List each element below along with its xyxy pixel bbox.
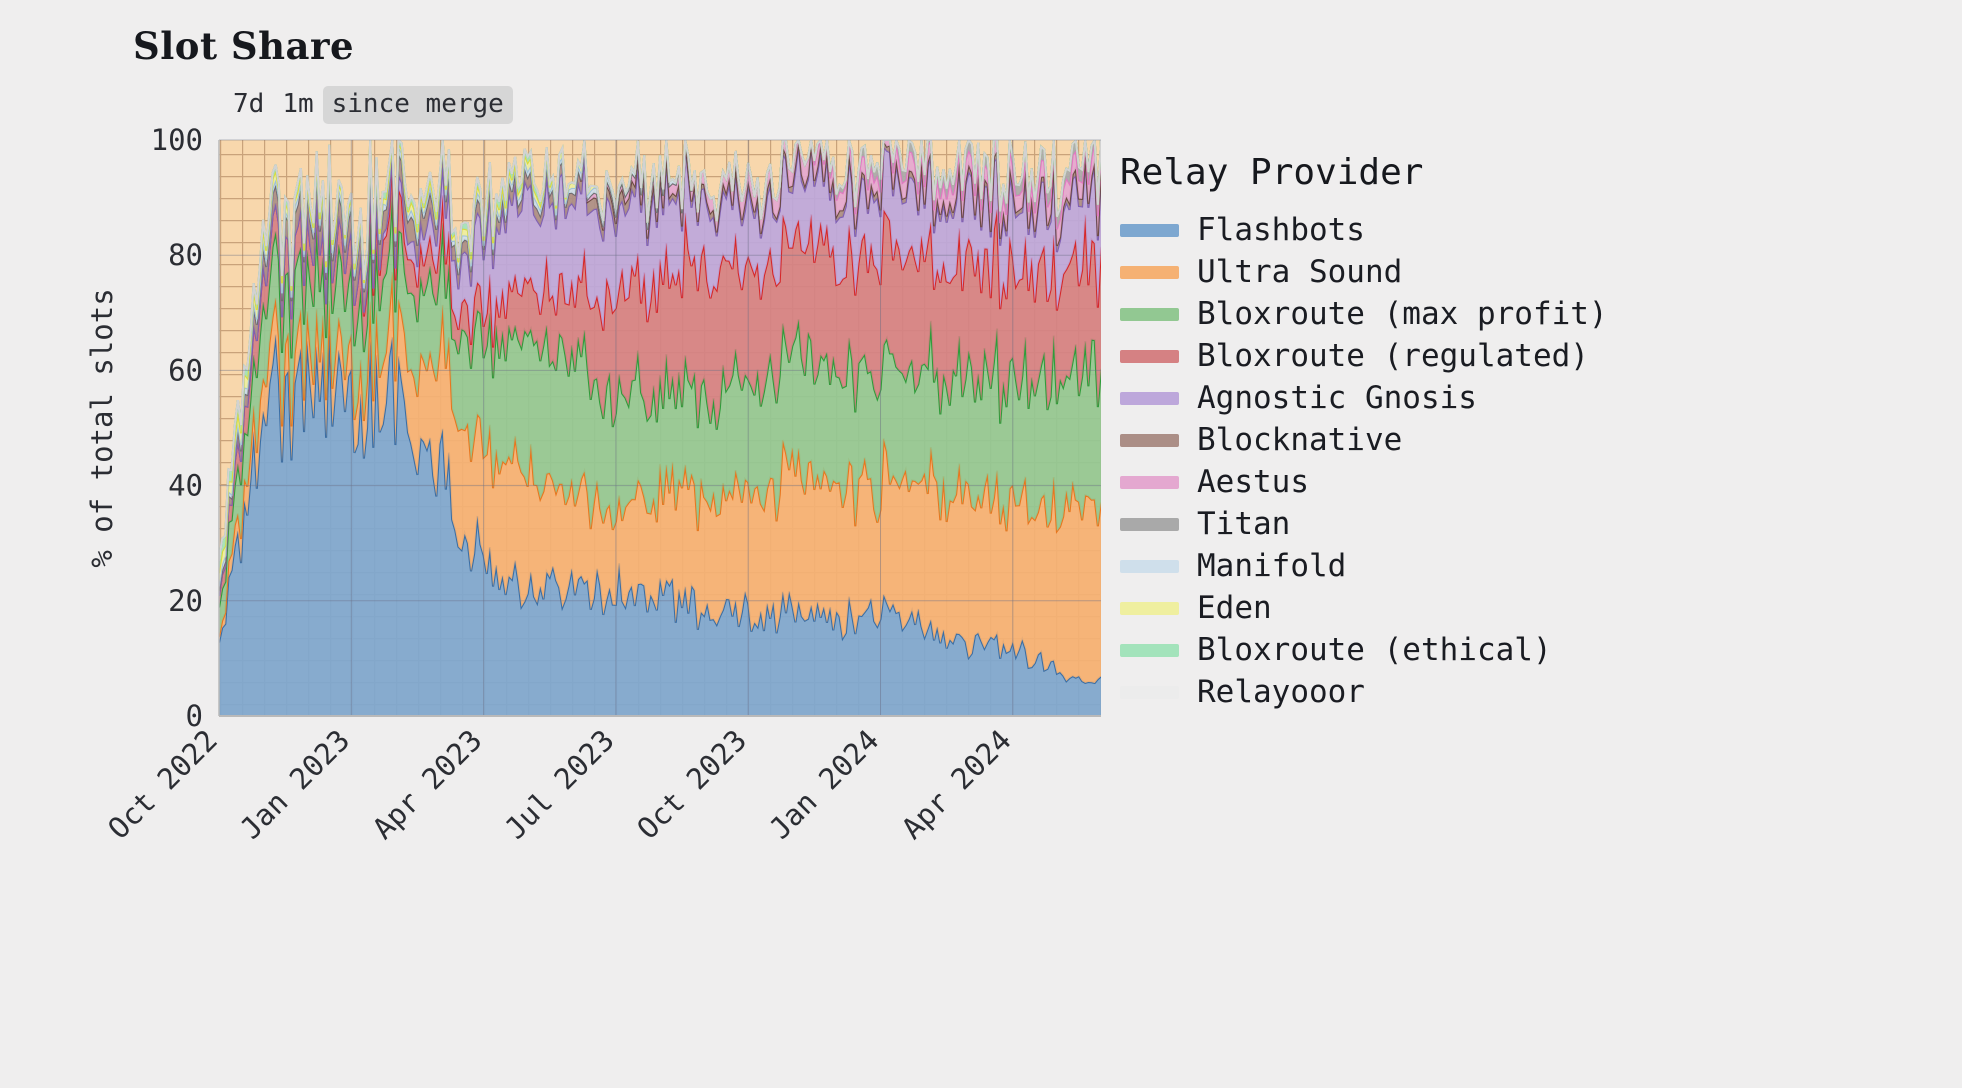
range-option-1m[interactable]: 1m bbox=[273, 86, 322, 124]
area-band-ultra-sound bbox=[219, 272, 1101, 683]
legend-swatch-icon bbox=[1120, 391, 1179, 405]
legend-item-label: Ultra Sound bbox=[1197, 253, 1403, 290]
chart-legend: Relay Provider Flashbots Ultra Sound Bloxr… bbox=[1120, 152, 1940, 713]
legend-swatch-icon bbox=[1120, 223, 1179, 237]
area-band-aestus bbox=[219, 140, 1101, 591]
x-tick-label: Jul 2023 bbox=[498, 723, 621, 846]
legend-item-label: Agnostic Gnosis bbox=[1197, 379, 1477, 416]
page-title: Slot Share bbox=[133, 24, 355, 68]
area-band-titan bbox=[219, 140, 1101, 591]
legend-item[interactable]: Relayooor bbox=[1120, 671, 1940, 713]
area-line-bloxroute-ethical- bbox=[219, 140, 1101, 562]
y-tick-label: 60 bbox=[168, 353, 203, 387]
area-band-blocknative bbox=[219, 140, 1101, 596]
legend-item-label: Bloxroute (max profit) bbox=[1197, 295, 1608, 332]
y-tick-label: 40 bbox=[168, 469, 203, 503]
range-option-since-merge[interactable]: since merge bbox=[322, 86, 513, 124]
area-line-manifold bbox=[219, 140, 1101, 586]
legend-item-label: Eden bbox=[1197, 589, 1272, 626]
y-tick-label: 20 bbox=[168, 584, 203, 618]
grid-group bbox=[219, 139, 1101, 716]
legend-item[interactable]: Eden bbox=[1120, 587, 1940, 629]
plot-background-hatch bbox=[219, 140, 1101, 716]
legend-item[interactable]: Bloxroute (regulated) bbox=[1120, 335, 1940, 377]
area-band-eden bbox=[219, 140, 1101, 586]
legend-item-label: Flashbots bbox=[1197, 211, 1365, 248]
area-band-bloxroute-regulated- bbox=[219, 159, 1101, 608]
legend-item[interactable]: Bloxroute (ethical) bbox=[1120, 629, 1940, 671]
legend-item-label: Manifold bbox=[1197, 547, 1347, 584]
x-tick-label: Apr 2023 bbox=[366, 723, 489, 846]
area-band-manifold bbox=[219, 140, 1101, 591]
y-tick-label: 0 bbox=[186, 699, 203, 733]
y-tick-label: 100 bbox=[151, 123, 203, 157]
x-tick-label: Apr 2024 bbox=[895, 723, 1018, 846]
legend-swatch-icon bbox=[1120, 433, 1179, 447]
area-band-bloxroute-max-profit- bbox=[219, 192, 1101, 637]
area-line-bloxroute-max-profit- bbox=[219, 192, 1101, 608]
legend-swatch-icon bbox=[1120, 349, 1179, 363]
area-band-bloxroute-ethical- bbox=[219, 140, 1101, 574]
area-band-agnostic-gnosis bbox=[219, 141, 1101, 596]
legend-item[interactable]: Bloxroute (max profit) bbox=[1120, 293, 1940, 335]
legend-item[interactable]: Agnostic Gnosis bbox=[1120, 377, 1940, 419]
legend-item-label: Relayooor bbox=[1197, 673, 1365, 710]
legend-title: Relay Provider bbox=[1120, 152, 1424, 193]
legend-item[interactable]: Aestus bbox=[1120, 461, 1940, 503]
chart-page: Slot Share 7d 1m since merge 0 20 40 60 80 100%… bbox=[0, 0, 1962, 1088]
legend-item[interactable]: Titan bbox=[1120, 503, 1940, 545]
legend-item[interactable]: Blocknative bbox=[1120, 419, 1940, 461]
area-line-aestus bbox=[219, 140, 1101, 591]
y-tick-label: 80 bbox=[168, 238, 203, 272]
plot-series-group bbox=[219, 140, 1101, 716]
legend-swatch-icon bbox=[1120, 307, 1179, 321]
legend-item[interactable]: Flashbots bbox=[1120, 209, 1940, 251]
legend-item[interactable]: Manifold bbox=[1120, 545, 1940, 587]
legend-swatch-icon bbox=[1120, 517, 1179, 531]
area-line-flashbots bbox=[219, 328, 1101, 685]
y-axis-title: % of total slots bbox=[85, 288, 119, 567]
area-line-blocknative bbox=[219, 140, 1101, 591]
area-line-bloxroute-regulated- bbox=[219, 159, 1101, 597]
area-line-ultra-sound bbox=[219, 272, 1101, 637]
area-line-titan bbox=[219, 140, 1101, 591]
legend-swatch-icon bbox=[1120, 559, 1179, 573]
area-band-relayooor bbox=[219, 140, 1101, 562]
area-band-flashbots bbox=[219, 328, 1101, 716]
legend-item-label: Titan bbox=[1197, 505, 1291, 542]
legend-item-label: Bloxroute (regulated) bbox=[1197, 337, 1589, 374]
legend-swatch-icon bbox=[1120, 643, 1179, 657]
area-line-relayooor bbox=[219, 140, 1101, 562]
legend-item-label: Blocknative bbox=[1197, 421, 1403, 458]
x-tick-label: Oct 2022 bbox=[101, 723, 224, 846]
legend-swatch-icon bbox=[1120, 685, 1179, 699]
x-tick-label: Jan 2024 bbox=[763, 723, 886, 846]
area-line-agnostic-gnosis bbox=[219, 141, 1101, 597]
legend-item-label: Bloxroute (ethical) bbox=[1197, 631, 1552, 668]
legend-swatch-icon bbox=[1120, 265, 1179, 279]
x-tick-label: Oct 2023 bbox=[630, 723, 753, 846]
legend-item-label: Aestus bbox=[1197, 463, 1309, 500]
x-tick-label: Jan 2023 bbox=[233, 723, 356, 846]
time-range-toggle[interactable]: 7d 1m since merge bbox=[224, 86, 513, 124]
legend-swatch-icon bbox=[1120, 601, 1179, 615]
legend-item[interactable]: Ultra Sound bbox=[1120, 251, 1940, 293]
legend-swatch-icon bbox=[1120, 475, 1179, 489]
range-option-7d[interactable]: 7d bbox=[224, 86, 273, 124]
legend-items: Flashbots Ultra Sound Bloxroute (max profi… bbox=[1120, 209, 1940, 713]
area-line-eden bbox=[219, 140, 1101, 574]
